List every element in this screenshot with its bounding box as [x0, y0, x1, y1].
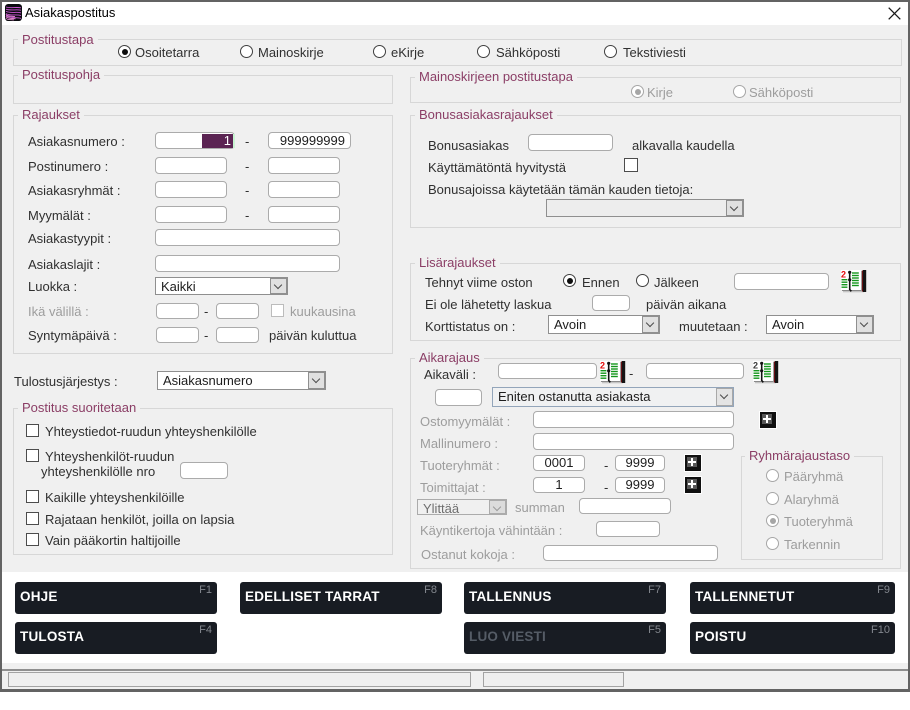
svg-text:2: 2: [841, 270, 846, 280]
svg-text:2: 2: [600, 361, 605, 371]
svg-text:2: 2: [753, 361, 758, 371]
